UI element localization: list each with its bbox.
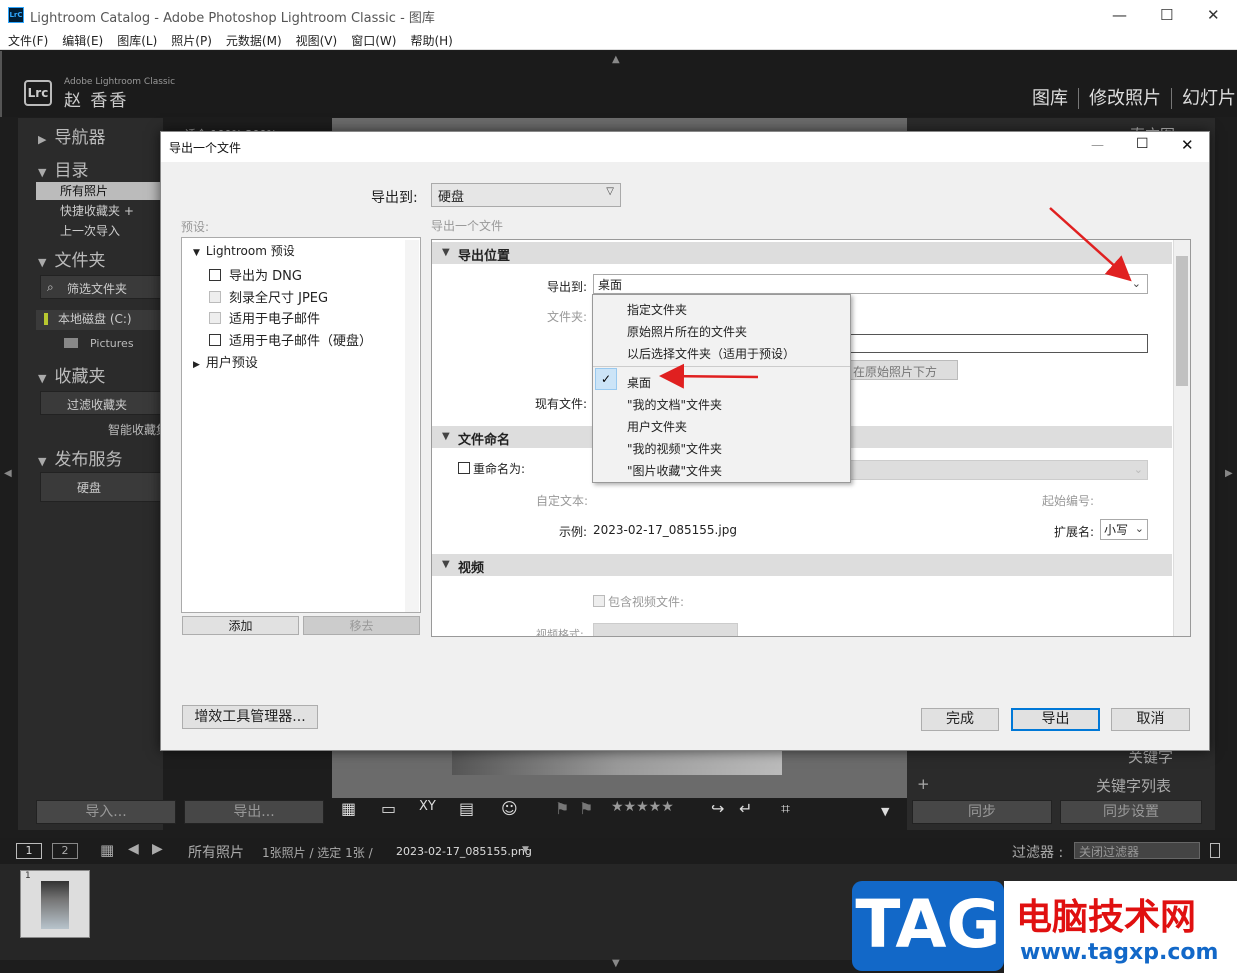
annotation-arrows <box>659 207 1132 389</box>
watermark-cn-text: 电脑技术网 <box>1016 897 1197 938</box>
watermark-url: www.tagxp.com <box>1020 940 1219 965</box>
arrow-to-desktop <box>659 363 759 389</box>
watermark-tag-logo: TAG <box>852 881 1004 971</box>
arrow-to-dropdown <box>1049 207 1132 282</box>
